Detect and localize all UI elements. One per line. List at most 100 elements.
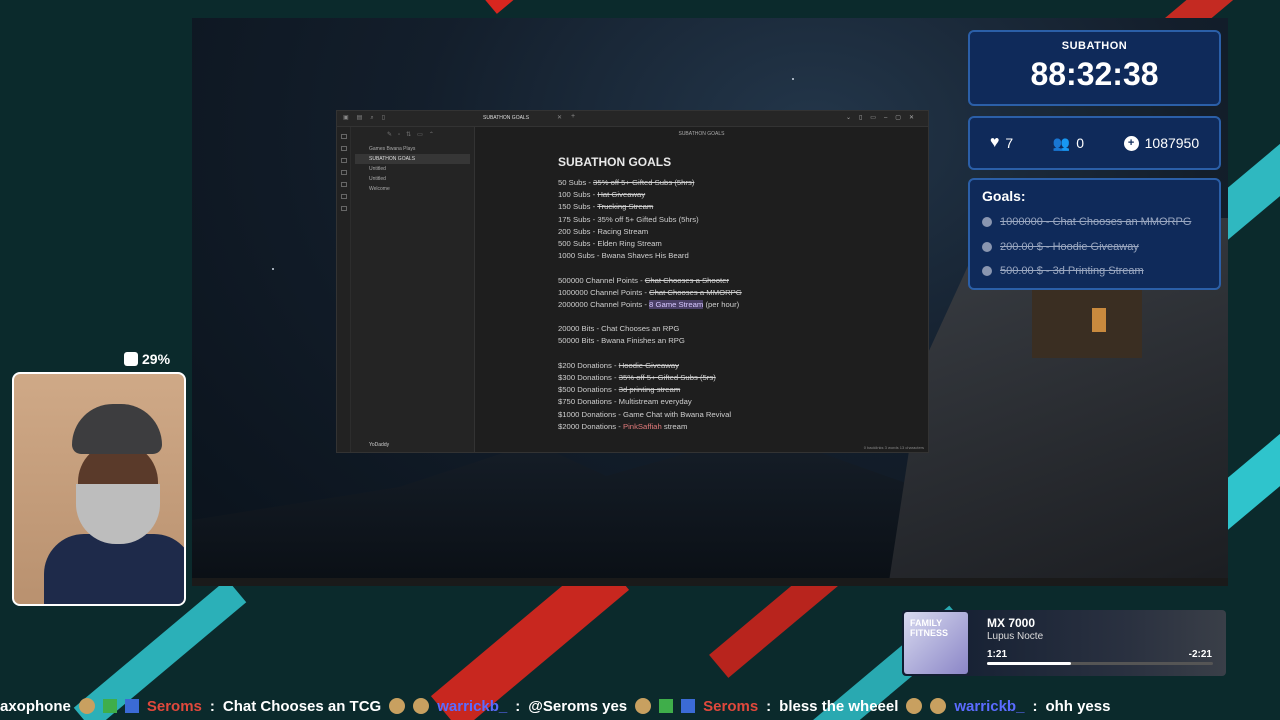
tab-subathon-goals[interactable]: SUBATHON GOALS	[483, 115, 529, 121]
ribbon-icon[interactable]	[341, 146, 347, 151]
goal-item: 1000000 - Chat Chooses an MMORPG	[982, 210, 1207, 235]
file-item[interactable]: Untitled	[351, 174, 474, 184]
chat-username: Seroms	[146, 697, 202, 715]
explorer-actions[interactable]: ✎▫⇅▭⌃	[351, 127, 474, 144]
track-elapsed: 1:21	[987, 649, 1008, 660]
ribbon-icon[interactable]	[341, 170, 347, 175]
goal-line: $1000 Donations - Game Chat with Bwana R…	[558, 409, 732, 419]
goal-line: 1000 Subs - Bwana Shaves His Beard	[558, 251, 689, 261]
users-icon: 👥	[1052, 134, 1071, 151]
hearts-count: 7	[1005, 135, 1014, 151]
editor-toolbar-icons[interactable]: ▣▤⌕▯	[343, 114, 393, 122]
ribbon-icon[interactable]	[341, 194, 347, 199]
notes-editor-window: ▣▤⌕▯ SUBATHON GOALS ✕ + ⌄▯▭–▢✕ ✎▫⇅▭⌃ Gam…	[336, 110, 929, 453]
emote-icon	[930, 698, 947, 714]
chat-username: warrickb_	[954, 697, 1025, 715]
close-icon[interactable]: ✕	[557, 114, 562, 121]
plus-coin-icon: +	[1123, 135, 1139, 151]
chat-message: Chat Chooses an TCG	[222, 697, 382, 715]
webcam-feed	[12, 372, 186, 606]
note-content[interactable]: SUBATHON GOALS 50 Subs - 35% off 5+ Gift…	[558, 155, 918, 433]
goal-line: 500 Subs - Elden Ring Stream	[558, 238, 662, 248]
note-header-title: SUBATHON GOALS	[678, 131, 725, 137]
star	[792, 78, 794, 80]
album-art: FAMILY FITNESS	[904, 612, 968, 674]
file-item[interactable]: Untitled	[351, 164, 474, 174]
chat-username: warrickb_	[437, 697, 508, 715]
video-progress-bar	[192, 578, 1228, 586]
stats-panel: ♥ 7 👥 0 + 1087950	[968, 116, 1221, 170]
status-bar: 0 backlinks 3 words 13 characters	[863, 445, 924, 450]
emote-icon	[78, 698, 95, 714]
hearts-stat: ♥ 7	[990, 134, 1013, 152]
ribbon-icon[interactable]	[341, 206, 347, 211]
now-playing-widget: FAMILY FITNESS MX 7000 Lupus Nocte 1:21 …	[902, 610, 1226, 676]
heart-icon: ♥	[989, 134, 1000, 151]
star	[272, 268, 274, 270]
goal-item: 200.00 $ - Hoodie Giveaway	[982, 235, 1207, 260]
editor-main[interactable]: SUBATHON GOALS SUBATHON GOALS 50 Subs - …	[475, 127, 928, 452]
ribbon-icon[interactable]	[341, 158, 347, 163]
goal-line: 200 Subs - Racing Stream	[558, 226, 649, 236]
chat-username: Seroms	[703, 697, 759, 715]
track-progress-fill	[987, 662, 1071, 665]
badge-icon	[681, 699, 696, 713]
track-title: MX 7000	[987, 616, 1036, 630]
users-count: 0	[1076, 135, 1084, 151]
track-remaining: -2:21	[1188, 649, 1212, 660]
file-item[interactable]: Games Bwana Plays	[351, 144, 474, 154]
mug-icon	[124, 352, 138, 366]
goal-line: $200 Donations - Hoodie Giveaway	[558, 360, 679, 370]
ribbon-icon[interactable]	[341, 182, 347, 187]
goal-line: 2000000 Channel Points - 8 Game Stream (…	[558, 299, 740, 309]
emote-icon	[413, 698, 430, 714]
goal-line: 1000000 Channel Points - Chat Chooses a …	[558, 287, 742, 297]
coins-stat: + 1087950	[1123, 135, 1200, 151]
window-controls[interactable]: ⌄▯▭–▢✕	[846, 114, 922, 121]
subathon-label: SUBATHON	[1061, 40, 1128, 52]
ribbon-icon[interactable]	[341, 134, 347, 139]
editor-titlebar: ▣▤⌕▯ SUBATHON GOALS ✕ + ⌄▯▭–▢✕	[337, 111, 928, 127]
goal-line: 50 Subs - 35% off 5+ Gifted Subs (5hrs)	[558, 178, 695, 187]
chat-ticker: axophone Seroms : Chat Chooses an TCG wa…	[0, 697, 1111, 715]
cam-percent-badge: 29%	[124, 351, 170, 367]
goal-line: $500 Donations - 3d printing stream	[558, 385, 681, 395]
emote-icon	[906, 698, 923, 714]
goal-line: $2000 Donations - PinkSaffiah stream	[558, 421, 688, 431]
goals-panel: Goals: 1000000 - Chat Chooses an MMORPG …	[968, 178, 1221, 290]
emote-icon	[635, 698, 652, 714]
file-item-active[interactable]: SUBATHON GOALS	[355, 154, 470, 164]
badge-icon	[102, 699, 117, 713]
goal-line: 50000 Bits - Bwana Finishes an RPG	[558, 336, 685, 346]
goal-line: 20000 Bits - Chat Chooses an RPG	[558, 324, 680, 334]
cabin-window	[1092, 308, 1106, 332]
editor-ribbon	[337, 127, 351, 452]
goal-line: $300 Donations - 35% off 5+ Gifted Subs …	[558, 373, 716, 382]
doc-title: SUBATHON GOALS	[558, 155, 672, 169]
goal-line: 500000 Channel Points - Chat Chooses a S…	[558, 275, 729, 285]
chat-message: bless the wheeel	[779, 697, 899, 715]
new-tab-icon[interactable]: +	[571, 113, 575, 120]
goals-title: Goals:	[982, 188, 1026, 204]
streamer	[44, 404, 184, 604]
subathon-timer-panel: SUBATHON 88:32:38	[968, 30, 1221, 106]
chat-message: axophone	[0, 697, 71, 715]
subathon-timer: 88:32:38	[1030, 56, 1159, 92]
file-item[interactable]: Welcome	[351, 184, 474, 194]
goal-line: 175 Subs - 35% off 5+ Gifted Subs (5hrs)	[558, 214, 699, 224]
goal-line: 100 Subs - Hat Giveaway	[558, 190, 646, 200]
goal-line: 150 Subs - Trucking Stream	[558, 202, 654, 212]
badge-icon	[124, 699, 139, 713]
vault-name[interactable]: YoDaddy	[369, 442, 389, 448]
goal-item: 500.00 $ - 3d Printing Stream	[982, 259, 1207, 284]
badge-icon	[659, 699, 674, 713]
coins-count: 1087950	[1144, 135, 1200, 151]
emote-icon	[389, 698, 406, 714]
money-bag-icon	[982, 266, 992, 277]
track-artist: Lupus Nocte	[987, 631, 1044, 642]
track-progress-bar	[987, 662, 1213, 665]
plus-coin-icon	[982, 217, 992, 228]
file-explorer: ✎▫⇅▭⌃ Games Bwana Plays SUBATHON GOALS U…	[351, 127, 475, 452]
money-bag-icon	[982, 241, 992, 252]
chat-message: @Seroms yes	[528, 697, 628, 715]
